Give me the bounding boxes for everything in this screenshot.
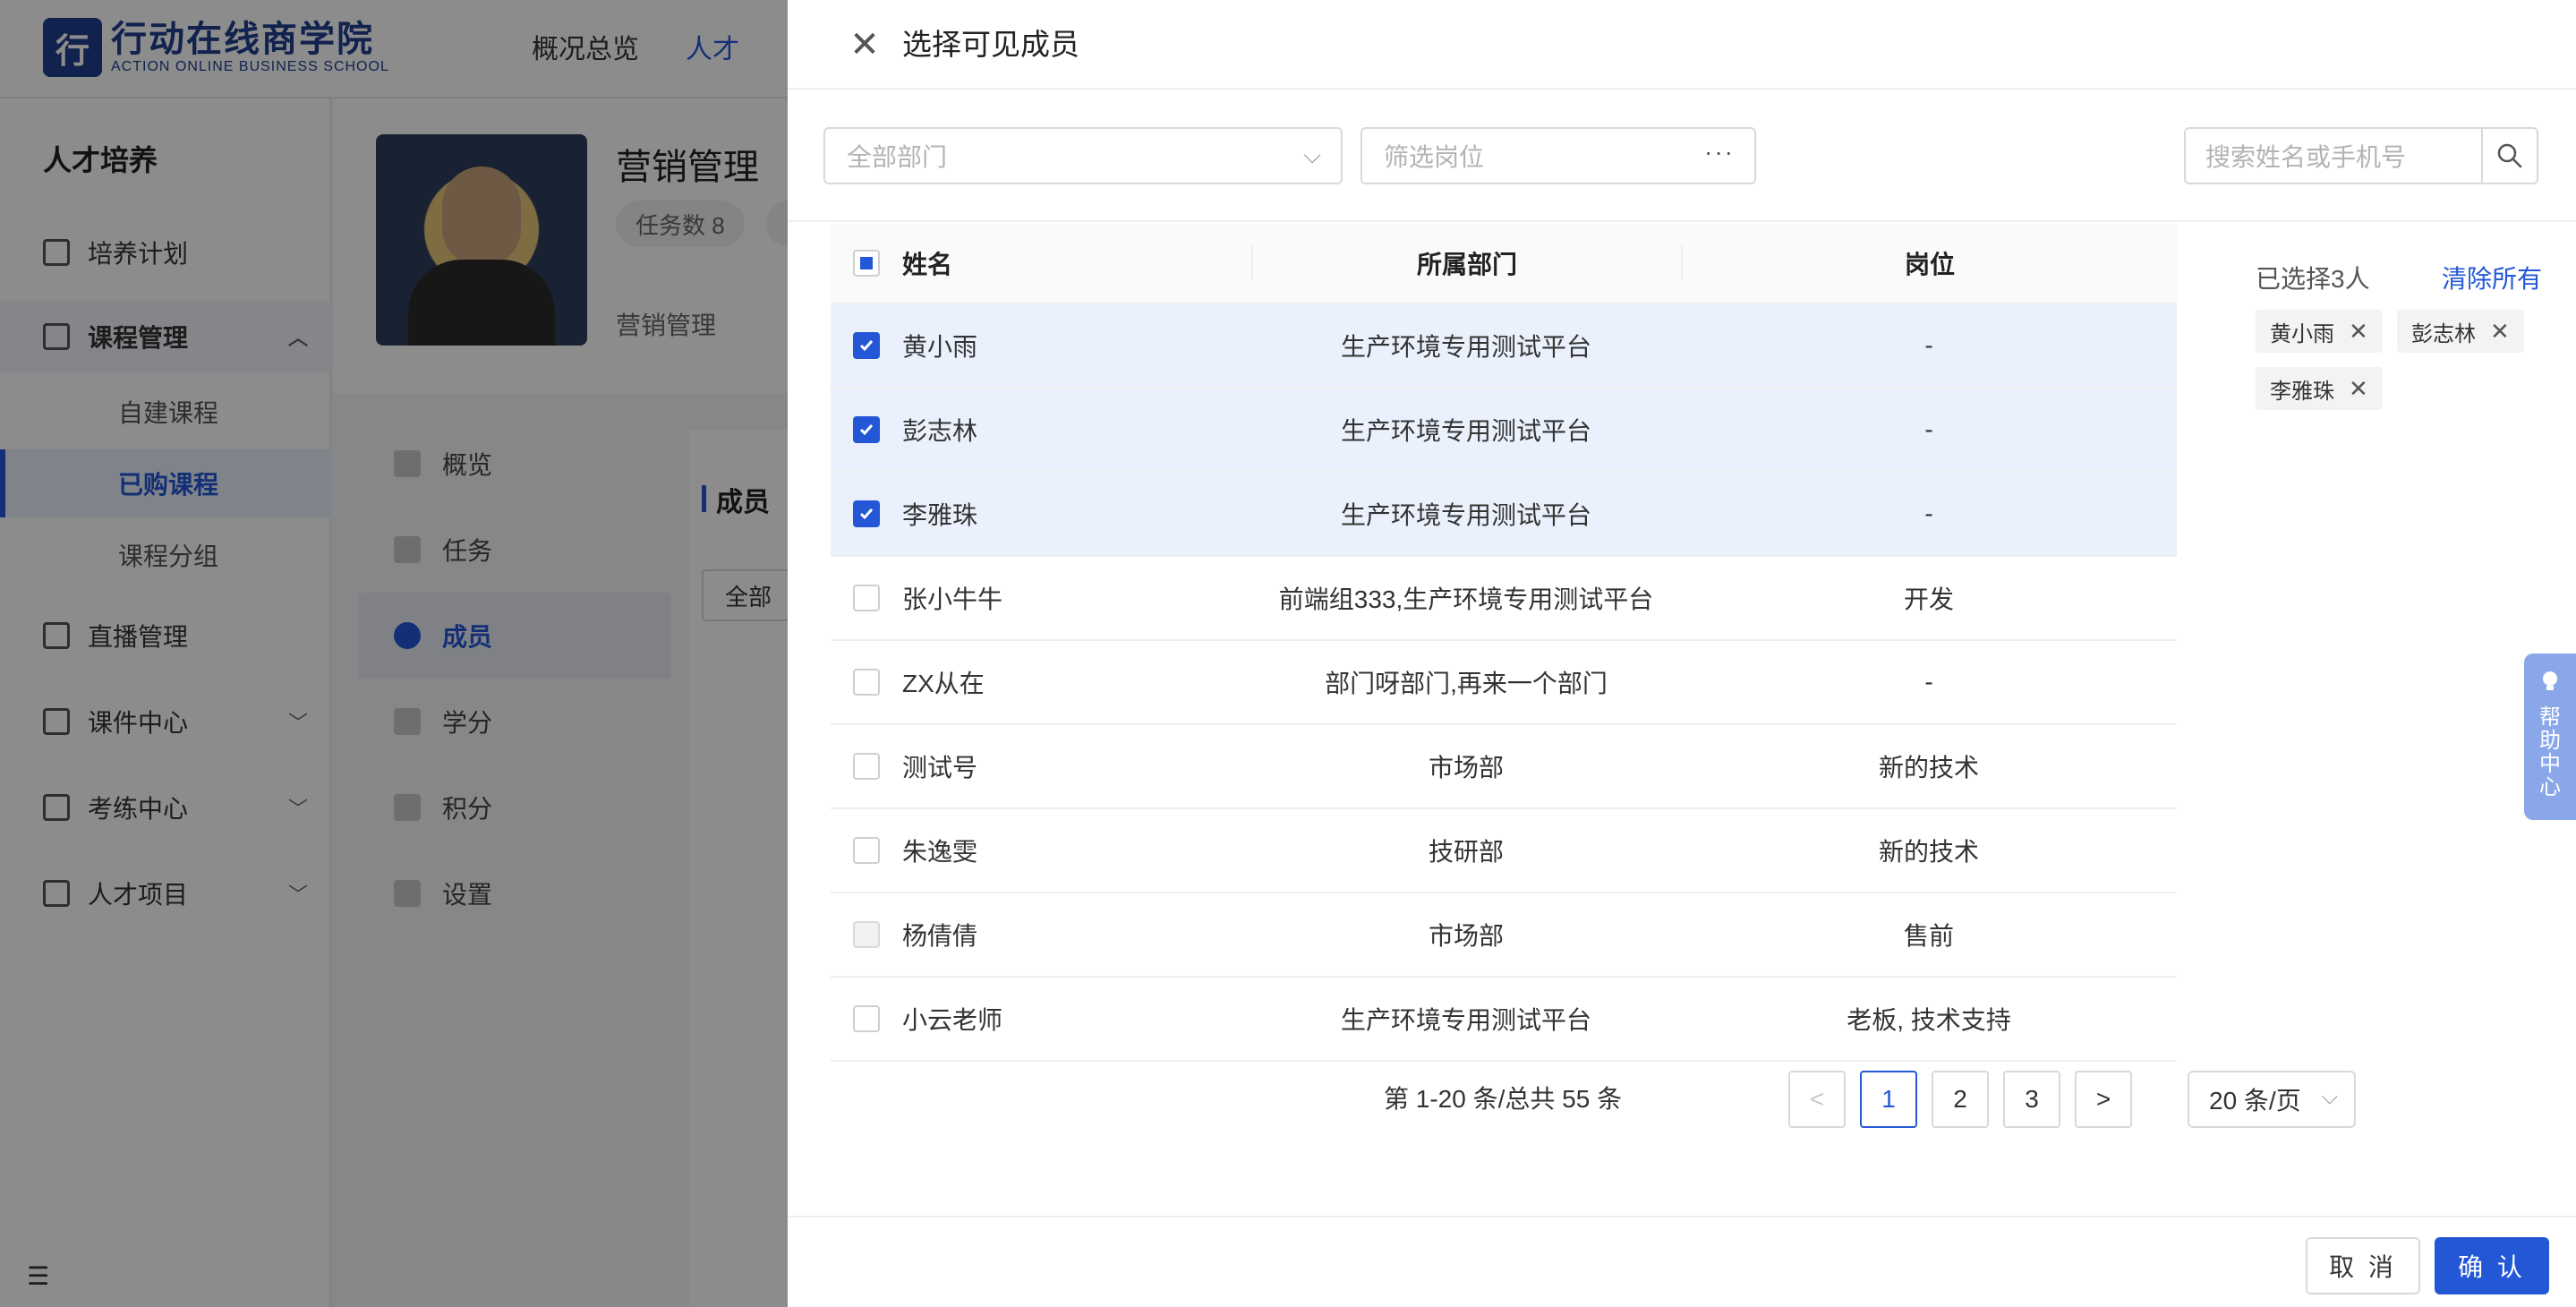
row-checkbox[interactable] bbox=[853, 332, 880, 359]
select-members-drawer: ✕ 选择可见成员 全部部门 ⌵ 筛选岗位 ··· 搜索姓名或手机号 姓名 所属部… bbox=[788, 0, 2576, 1307]
table-row[interactable]: 黄小雨 生产环境专用测试平台 - bbox=[831, 304, 2177, 389]
cell-dept: 技研部 bbox=[1428, 838, 1504, 866]
cell-name: 张小牛牛 bbox=[902, 585, 1003, 613]
selected-tag: 彭志林 ✕ bbox=[2397, 310, 2524, 353]
search-icon bbox=[2497, 143, 2522, 168]
cell-dept: 市场部 bbox=[1428, 754, 1504, 782]
page-1-button[interactable]: 1 bbox=[1860, 1071, 1917, 1128]
cell-position: 老板, 技术支持 bbox=[1847, 1006, 2011, 1034]
close-icon[interactable]: ✕ bbox=[2349, 375, 2368, 403]
position-placeholder: 筛选岗位 bbox=[1384, 143, 1485, 171]
cell-name: 李雅珠 bbox=[902, 501, 978, 529]
page-size-value: 20 条/页 bbox=[2209, 1087, 2301, 1115]
row-checkbox[interactable] bbox=[853, 669, 880, 696]
selected-count: 已选择3人 bbox=[2256, 265, 2370, 293]
header-position: 岗位 bbox=[1681, 245, 2177, 281]
chevron-down-icon: ⌵ bbox=[1303, 141, 1321, 168]
header-name: 姓名 bbox=[902, 251, 953, 278]
table-row[interactable]: 李雅珠 生产环境专用测试平台 - bbox=[831, 473, 2177, 557]
drawer-header: ✕ 选择可见成员 bbox=[788, 0, 2576, 90]
prev-page-button[interactable]: < bbox=[1788, 1071, 1846, 1128]
department-select[interactable]: 全部部门 ⌵ bbox=[823, 127, 1343, 184]
search-input[interactable]: 搜索姓名或手机号 bbox=[2184, 127, 2481, 184]
cell-name: ZX从在 bbox=[902, 670, 985, 697]
close-icon[interactable]: ✕ bbox=[840, 20, 890, 70]
clear-all-link[interactable]: 清除所有 bbox=[2442, 260, 2542, 295]
cell-dept: 生产环境专用测试平台 bbox=[1340, 1006, 1591, 1034]
cell-dept: 生产环境专用测试平台 bbox=[1340, 501, 1591, 529]
table-row[interactable]: 杨倩倩 市场部 售前 bbox=[831, 893, 2177, 978]
table-row[interactable]: ZX从在 部门呀部门,再来一个部门 - bbox=[831, 641, 2177, 725]
confirm-button[interactable]: 确 认 bbox=[2435, 1237, 2549, 1294]
cell-dept: 生产环境专用测试平台 bbox=[1340, 417, 1591, 445]
cell-position: - bbox=[1924, 668, 1933, 696]
table-header: 姓名 所属部门 岗位 bbox=[831, 224, 2177, 304]
page-size-select[interactable]: 20 条/页 ⌵ bbox=[2188, 1071, 2356, 1128]
row-checkbox[interactable] bbox=[853, 416, 880, 443]
members-table: 姓名 所属部门 岗位 黄小雨 生产环境专用测试平台 - 彭志林 生产环境专用测试平台 - 李… bbox=[831, 224, 2177, 1062]
table-row[interactable]: 彭志林 生产环境专用测试平台 - bbox=[831, 389, 2177, 473]
cell-position: 新的技术 bbox=[1878, 838, 1979, 866]
help-center-label: 帮助中心 bbox=[2539, 705, 2561, 799]
table-row[interactable]: 张小牛牛 前端组333,生产环境专用测试平台 开发 bbox=[831, 557, 2177, 641]
pagination-total: 第 1-20 条/总共 55 条 bbox=[1384, 1085, 1623, 1113]
selected-tag-label: 黄小雨 bbox=[2270, 321, 2334, 346]
cell-dept: 前端组333,生产环境专用测试平台 bbox=[1278, 585, 1654, 613]
table-body: 黄小雨 生产环境专用测试平台 - 彭志林 生产环境专用测试平台 - 李雅珠 生产环境专用测试平… bbox=[831, 304, 2177, 1062]
row-checkbox[interactable] bbox=[853, 585, 880, 611]
modal-mask[interactable] bbox=[0, 0, 788, 1307]
selected-tag: 黄小雨 ✕ bbox=[2256, 310, 2383, 353]
cell-position: 新的技术 bbox=[1878, 754, 1979, 782]
cell-name: 朱逸雯 bbox=[902, 838, 978, 866]
drawer-title: 选择可见成员 bbox=[902, 28, 1079, 61]
select-all-checkbox[interactable] bbox=[853, 250, 880, 277]
cell-name: 杨倩倩 bbox=[902, 922, 978, 950]
drawer-footer: 取 消 确 认 bbox=[788, 1216, 2576, 1307]
help-center-tab[interactable]: 帮助中心 bbox=[2524, 654, 2576, 820]
row-checkbox[interactable] bbox=[853, 837, 880, 864]
more-icon[interactable]: ··· bbox=[1704, 138, 1735, 167]
cell-name: 测试号 bbox=[902, 754, 978, 782]
cell-position: - bbox=[1924, 331, 1933, 359]
page-2-button[interactable]: 2 bbox=[1932, 1071, 1989, 1128]
cell-name: 黄小雨 bbox=[902, 333, 978, 361]
cell-position: - bbox=[1924, 415, 1933, 443]
table-row[interactable]: 测试号 市场部 新的技术 bbox=[831, 725, 2177, 809]
cancel-button[interactable]: 取 消 bbox=[2306, 1237, 2420, 1294]
row-checkbox[interactable] bbox=[853, 500, 880, 527]
header-dept: 所属部门 bbox=[1251, 245, 1681, 281]
selected-tag-label: 李雅珠 bbox=[2270, 379, 2334, 404]
table-row[interactable]: 小云老师 生产环境专用测试平台 老板, 技术支持 bbox=[831, 978, 2177, 1062]
cell-name: 小云老师 bbox=[902, 1006, 1003, 1034]
lightbulb-icon bbox=[2540, 670, 2560, 699]
close-icon[interactable]: ✕ bbox=[2349, 318, 2368, 346]
position-filter[interactable]: 筛选岗位 ··· bbox=[1361, 127, 1756, 184]
department-placeholder: 全部部门 bbox=[847, 143, 948, 171]
chevron-down-icon: ⌵ bbox=[2321, 1085, 2338, 1109]
cell-position: - bbox=[1924, 500, 1933, 527]
cell-name: 彭志林 bbox=[902, 417, 978, 445]
close-icon[interactable]: ✕ bbox=[2490, 318, 2510, 346]
divider bbox=[788, 220, 2576, 222]
row-checkbox[interactable] bbox=[853, 1005, 880, 1032]
page-3-button[interactable]: 3 bbox=[2003, 1071, 2060, 1128]
row-checkbox[interactable] bbox=[853, 753, 880, 780]
selected-tag: 李雅珠 ✕ bbox=[2256, 367, 2383, 410]
cell-dept: 部门呀部门,再来一个部门 bbox=[1325, 670, 1608, 697]
cell-dept: 市场部 bbox=[1428, 922, 1504, 950]
cell-position: 开发 bbox=[1903, 585, 1954, 613]
pagination: 第 1-20 条/总共 55 条 < 1 2 3 > 20 条/页 ⌵ bbox=[788, 1069, 2576, 1132]
table-row[interactable]: 朱逸雯 技研部 新的技术 bbox=[831, 809, 2177, 893]
cell-position: 售前 bbox=[1903, 922, 1954, 950]
next-page-button[interactable]: > bbox=[2075, 1071, 2132, 1128]
selected-tag-label: 彭志林 bbox=[2411, 321, 2476, 346]
row-checkbox bbox=[853, 921, 880, 948]
cell-dept: 生产环境专用测试平台 bbox=[1340, 333, 1591, 361]
search-button[interactable] bbox=[2481, 127, 2538, 184]
